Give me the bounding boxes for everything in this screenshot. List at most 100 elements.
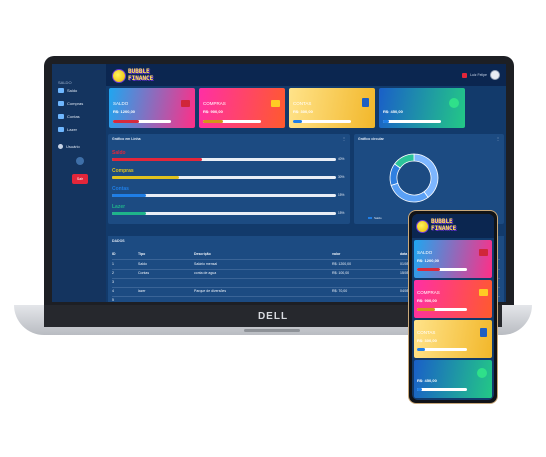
card-progress — [203, 120, 261, 123]
sidebar-item-lazer[interactable]: Lazer — [58, 127, 77, 132]
mobile-card-lazer[interactable]: R$: 450,00 — [414, 360, 492, 398]
progress-fill-lazer — [112, 212, 146, 215]
card-label: SALDO — [417, 250, 433, 255]
card-value: R$: 900,00 — [203, 109, 223, 114]
col-header: ID — [112, 252, 116, 256]
card-label: CONTAS — [293, 101, 312, 106]
top-bar: BUBBLE FINANCE Luiz Felipe — [106, 64, 506, 86]
more-options-icon[interactable]: ⋮ — [496, 136, 500, 141]
progress-label-compras: Compras — [112, 168, 134, 174]
col-header: Tipo — [138, 252, 146, 256]
sidebar-item-saldo[interactable]: Saldo — [58, 88, 77, 93]
panel-title: Gráfico em Linha — [112, 137, 141, 141]
progress-pct-compras: 30% — [338, 175, 345, 179]
table-title: DADOS — [112, 239, 125, 243]
card-label: SALDO — [113, 101, 129, 106]
progress-pct-contas: 15% — [338, 193, 345, 197]
brand-line2: FINANCE — [431, 225, 457, 232]
progress-label-lazer: Lazer — [112, 204, 126, 210]
sidebar-item-usuario[interactable]: Usuário — [58, 144, 80, 149]
card-progress-fill — [383, 120, 389, 123]
sidebar-title: SALDO — [58, 80, 72, 85]
progress-label-contas: Contas — [112, 186, 129, 192]
card-progress-fill — [293, 120, 302, 123]
card-label: CONTAS — [417, 330, 436, 335]
legend-label: Saldo — [374, 216, 382, 220]
card-label: COMPRAS — [203, 101, 226, 106]
card-progress — [417, 268, 467, 271]
cart-icon — [271, 100, 280, 107]
document-icon — [362, 98, 369, 107]
line-chart-panel: Gráfico em Linha ⋮ Saldo 40% Compras 30%… — [108, 134, 350, 224]
sidebar-item-compras[interactable]: Compras — [58, 101, 83, 106]
card-progress-fill — [417, 308, 435, 311]
document-icon — [480, 328, 487, 337]
brand-line2: FINANCE — [128, 75, 154, 82]
card-lazer[interactable]: R$: 450,00 — [379, 88, 465, 128]
phone-top-bar: BUBBLE FINANCE — [412, 214, 494, 238]
progress-fill-compras — [112, 176, 180, 179]
more-options-icon[interactable]: ⋮ — [342, 136, 346, 141]
cart-icon — [479, 289, 488, 296]
card-contas[interactable]: CONTAS R$: 300,00 — [289, 88, 375, 128]
card-saldo[interactable]: SALDO R$: 1200,00 — [109, 88, 195, 128]
sidebar-item-contas[interactable]: Contas — [58, 114, 80, 119]
wallet-icon — [181, 100, 190, 107]
avatar[interactable] — [490, 70, 500, 80]
progress-pct-saldo: 40% — [338, 157, 345, 161]
card-value: R$: 1200,00 — [417, 258, 440, 263]
card-progress-fill — [417, 268, 440, 271]
donut-slice-0 — [413, 153, 439, 198]
card-progress — [417, 308, 467, 311]
progress-pct-lazer: 15% — [338, 211, 345, 215]
mobile-card-contas[interactable]: CONTAS R$: 300,00 — [414, 320, 492, 358]
user-icon — [58, 144, 63, 149]
card-progress-fill — [113, 120, 140, 123]
progress-track-lazer — [112, 212, 336, 215]
progress-label-saldo: Saldo — [112, 150, 126, 156]
progress-track-compras — [112, 176, 336, 179]
progress-fill-contas — [112, 194, 146, 197]
col-header: data — [400, 252, 408, 256]
exit-button[interactable]: Sair — [72, 174, 88, 184]
phone: BUBBLE FINANCE SALDO R$: 1200,00 COMPRAS… — [408, 210, 498, 404]
panel-title: Gráfico circular — [358, 137, 384, 141]
sidebar-toggle-button[interactable] — [76, 157, 84, 165]
card-progress — [293, 120, 351, 123]
pie-chart-icon — [477, 368, 487, 378]
logo-bubble-icon — [112, 69, 126, 83]
card-compras[interactable]: COMPRAS R$: 900,00 — [199, 88, 285, 128]
card-progress-fill — [417, 388, 422, 391]
laptop-hinge — [244, 329, 300, 332]
card-value: R$: 300,00 — [417, 338, 437, 343]
card-progress-fill — [417, 348, 425, 351]
donut-chart — [389, 153, 439, 203]
card-progress — [417, 348, 467, 351]
donut-slice-3 — [394, 153, 415, 169]
sidebar: SALDO Saldo Compras Contas Lazer Usuário… — [52, 64, 106, 302]
leisure-icon — [58, 127, 64, 132]
mobile-card-saldo[interactable]: SALDO R$: 1200,00 — [414, 240, 492, 278]
user-name: Luiz Felipe — [470, 73, 487, 77]
pie-chart-icon — [449, 98, 459, 108]
card-progress — [383, 120, 441, 123]
card-value: R$: 450,00 — [417, 378, 437, 383]
card-label: COMPRAS — [417, 290, 440, 295]
user-area[interactable]: Luiz Felipe — [462, 70, 500, 80]
card-value: R$: 300,00 — [293, 109, 313, 114]
bill-icon — [58, 114, 64, 119]
progress-track-contas — [112, 194, 336, 197]
mobile-card-compras[interactable]: COMPRAS R$: 900,00 — [414, 280, 492, 318]
card-value: R$: 450,00 — [383, 109, 403, 114]
card-value: R$: 1200,00 — [113, 109, 136, 114]
card-progress — [417, 388, 467, 391]
donut-legend: Saldo — [368, 216, 382, 220]
col-header: valor — [332, 252, 341, 256]
phone-screen: BUBBLE FINANCE SALDO R$: 1200,00 COMPRAS… — [412, 214, 494, 400]
notification-icon[interactable] — [462, 72, 468, 78]
card-progress-fill — [203, 120, 224, 123]
logo-bubble-icon — [416, 220, 429, 233]
legend-swatch — [368, 217, 372, 219]
wallet-icon — [58, 88, 64, 93]
wallet-icon — [479, 249, 488, 256]
